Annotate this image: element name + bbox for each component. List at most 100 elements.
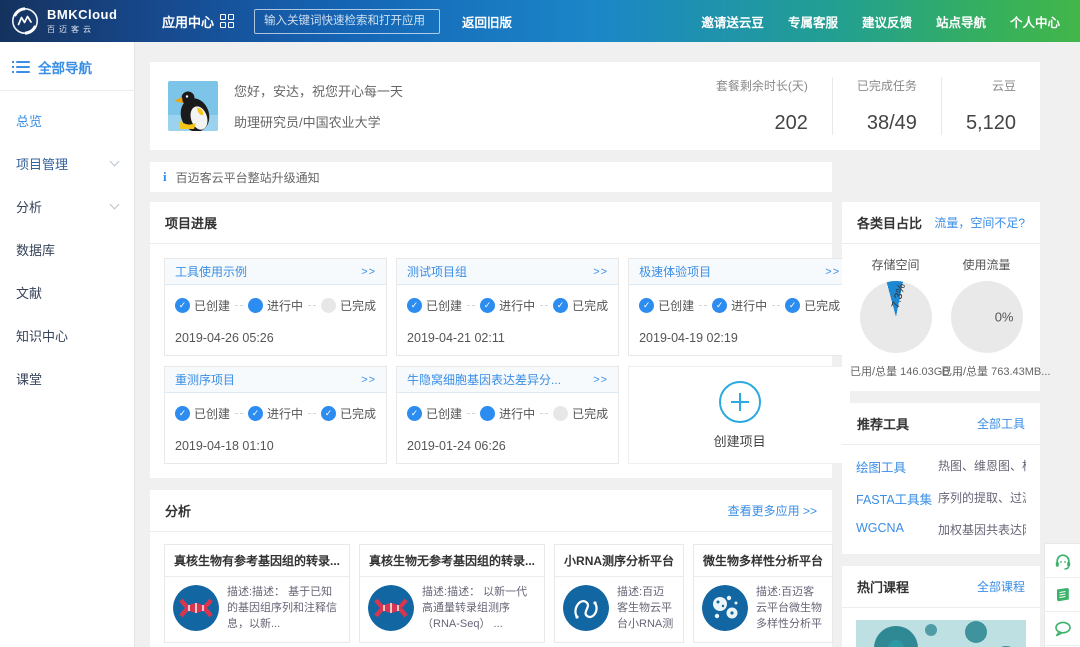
all-navigation-toggle[interactable]: 全部导航 bbox=[0, 42, 134, 91]
project-card: 重测序项目 >> 已创建 进行中 已完成 bbox=[164, 366, 387, 464]
app-title[interactable]: 微生物多样性分析平台 bbox=[694, 545, 832, 577]
analysis-app-card[interactable]: 微生物多样性分析平台 描述:百迈客云平台微生物多样性分析平台是一款结合... bbox=[693, 544, 833, 643]
nav-site-map[interactable]: 站点导航 bbox=[936, 12, 986, 31]
brand-name: BMKCloud bbox=[47, 8, 117, 21]
sidebar-item-overview[interactable]: 总览 bbox=[0, 99, 134, 142]
main-content: 您好，安达，祝您开心每一天 助理研究员/中国农业大学 套餐剩余时长(天) 202… bbox=[135, 42, 1080, 647]
course-thumbnail[interactable]: 微生物多样性分析平台使用教程 bbox=[856, 620, 1026, 647]
step-created-icon bbox=[175, 298, 190, 313]
project-status-steps: 已创建 进行中 已完成 bbox=[407, 405, 608, 422]
app-description: 描述:描述： 基于已知的基因组序列和注释信息，以新... bbox=[227, 585, 341, 633]
courses-title: 热门课程 bbox=[857, 577, 909, 596]
app-center-button[interactable]: 应用中心 bbox=[162, 12, 234, 31]
sidebar-item-database[interactable]: 数据库 bbox=[0, 228, 134, 271]
project-title[interactable]: 极速体验项目 bbox=[639, 263, 711, 280]
project-card: 工具使用示例 >> 已创建 进行中 已完成 bbox=[164, 258, 387, 356]
app-description: 描述:百迈客云平台微生物多样性分析平台是一款结合... bbox=[756, 585, 824, 633]
headset-icon bbox=[1053, 551, 1073, 571]
nav-invite-beans[interactable]: 邀请送云豆 bbox=[701, 12, 764, 31]
feedback-chat-button[interactable] bbox=[1045, 612, 1080, 646]
greeting-text: 您好，安达，祝您开心每一天 bbox=[234, 81, 403, 100]
usage-panel: 各类目占比 流量，空间不足? 存储空间 7.3% 已用/总量 146.03GB … bbox=[842, 202, 1040, 391]
step-created-icon bbox=[407, 406, 422, 421]
app-grid-icon bbox=[220, 14, 234, 28]
project-status-steps: 已创建 进行中 已完成 bbox=[175, 405, 376, 422]
step-running-icon bbox=[248, 406, 263, 421]
project-open-link[interactable]: >> bbox=[361, 266, 376, 278]
analysis-app-card[interactable]: 真核生物有参考基因组的转录... 描述:描述： 基于已知的基因组序列和注释信息，… bbox=[164, 544, 350, 643]
sidebar-item-project-management[interactable]: 项目管理 bbox=[0, 142, 134, 185]
back-to-old-version-button[interactable]: 返回旧版 bbox=[462, 12, 512, 31]
project-title[interactable]: 重测序项目 bbox=[175, 371, 235, 388]
project-title[interactable]: 牛隐窝细胞基因表达差异分... bbox=[407, 371, 561, 388]
nav-feedback[interactable]: 建议反馈 bbox=[862, 12, 912, 31]
microbe-icon bbox=[702, 585, 748, 631]
step-running-icon bbox=[480, 298, 495, 313]
rna-icon bbox=[563, 585, 609, 631]
step-finished-icon bbox=[553, 298, 568, 313]
tool-link-plot[interactable]: 绘图工具 bbox=[856, 457, 938, 476]
dna-icon bbox=[368, 585, 414, 631]
all-navigation-label: 全部导航 bbox=[38, 57, 92, 77]
sidebar-item-analysis[interactable]: 分析 bbox=[0, 185, 134, 228]
more-apps-link[interactable]: 查看更多应用 >> bbox=[728, 502, 817, 519]
left-sidebar: 全部导航 总览 项目管理 分析 数据库 文献 知识中心 课堂 bbox=[0, 42, 135, 647]
user-avatar[interactable] bbox=[168, 81, 218, 131]
project-open-link[interactable]: >> bbox=[593, 266, 608, 278]
tool-item: 绘图工具 热图、维恩图、柱图... bbox=[856, 457, 1026, 476]
analysis-app-card[interactable]: 小RNA测序分析平台 描述:百迈客生物云平台小RNA测序分析平台由基本分... bbox=[554, 544, 684, 643]
all-courses-link[interactable]: 全部课程 bbox=[977, 578, 1025, 595]
app-title[interactable]: 真核生物有参考基因组的转录... bbox=[165, 545, 349, 577]
app-title[interactable]: 真核生物无参考基因组的转录... bbox=[360, 545, 544, 577]
tool-link-wgcna[interactable]: WGCNA bbox=[856, 521, 938, 538]
analysis-app-card[interactable]: 真核生物无参考基因组的转录... 描述:描述： 以新一代高通量转录组测序 （RN… bbox=[359, 544, 545, 643]
analysis-panel: 分析 查看更多应用 >> 真核生物有参考基因组的转录... 描述:描述： 基于已… bbox=[150, 490, 832, 647]
create-project-button[interactable]: 创建项目 bbox=[628, 366, 851, 464]
announcement-bar[interactable]: i 百迈客云平台整站升级通知 bbox=[150, 162, 832, 192]
storage-caption: 已用/总量 146.03GB ... bbox=[850, 363, 941, 379]
recommended-tools-panel: 推荐工具 全部工具 绘图工具 热图、维恩图、柱图... FASTA工具集 序列的… bbox=[842, 403, 1040, 554]
step-created-icon bbox=[407, 298, 422, 313]
app-search-input[interactable] bbox=[254, 9, 440, 34]
announcement-text[interactable]: 百迈客云平台整站升级通知 bbox=[176, 169, 320, 186]
project-card: 极速体验项目 >> 已创建 进行中 已完成 bbox=[628, 258, 851, 356]
all-tools-link[interactable]: 全部工具 bbox=[977, 415, 1025, 432]
brand-logo[interactable]: BMKCloud 百迈客云 bbox=[10, 6, 138, 36]
project-card: 测试项目组 >> 已创建 进行中 已完成 bbox=[396, 258, 619, 356]
sidebar-item-literature[interactable]: 文献 bbox=[0, 271, 134, 314]
project-date: 2019-04-19 02:19 bbox=[639, 331, 840, 345]
project-status-steps: 已创建 进行中 已完成 bbox=[407, 297, 608, 314]
project-open-link[interactable]: >> bbox=[593, 374, 608, 386]
project-date: 2019-04-26 05:26 bbox=[175, 331, 376, 345]
project-open-link[interactable]: >> bbox=[825, 266, 840, 278]
sidebar-item-knowledge-center[interactable]: 知识中心 bbox=[0, 314, 134, 357]
customer-service-button[interactable] bbox=[1045, 544, 1080, 578]
step-running-icon bbox=[712, 298, 727, 313]
tool-item: FASTA工具集 序列的提取、过滤、... bbox=[856, 489, 1026, 508]
manual-button[interactable] bbox=[1045, 578, 1080, 612]
project-date: 2019-04-18 01:10 bbox=[175, 439, 376, 453]
step-finished-icon bbox=[553, 406, 568, 421]
project-title[interactable]: 工具使用示例 bbox=[175, 263, 247, 280]
analysis-title: 分析 bbox=[165, 501, 191, 520]
info-icon: i bbox=[163, 169, 167, 185]
create-project-label: 创建项目 bbox=[714, 431, 766, 450]
project-title[interactable]: 测试项目组 bbox=[407, 263, 467, 280]
menu-list-icon bbox=[16, 61, 30, 73]
step-created-icon bbox=[639, 298, 654, 313]
nav-dedicated-support[interactable]: 专属客服 bbox=[788, 12, 838, 31]
project-date: 2019-04-21 02:11 bbox=[407, 331, 608, 345]
sidebar-item-classroom[interactable]: 课堂 bbox=[0, 357, 134, 400]
project-open-link[interactable]: >> bbox=[361, 374, 376, 386]
step-created-icon bbox=[175, 406, 190, 421]
storage-pie-chart[interactable]: 7.3% bbox=[860, 281, 932, 353]
tool-link-fasta[interactable]: FASTA工具集 bbox=[856, 489, 938, 508]
usage-title: 各类目占比 bbox=[857, 213, 922, 232]
traffic-pie-chart[interactable]: 0% bbox=[951, 281, 1023, 353]
app-title[interactable]: 小RNA测序分析平台 bbox=[555, 545, 683, 577]
stat-completed-tasks: 已完成任务 38/49 bbox=[832, 77, 941, 135]
quota-shortage-link[interactable]: 流量，空间不足? bbox=[934, 214, 1025, 231]
nav-personal-center[interactable]: 个人中心 bbox=[1010, 12, 1060, 31]
bmkcloud-dashboard: BMKCloud 百迈客云 应用中心 返回旧版 邀请送云豆 专属客服 建议反馈 … bbox=[0, 0, 1080, 647]
plus-icon bbox=[719, 381, 761, 423]
